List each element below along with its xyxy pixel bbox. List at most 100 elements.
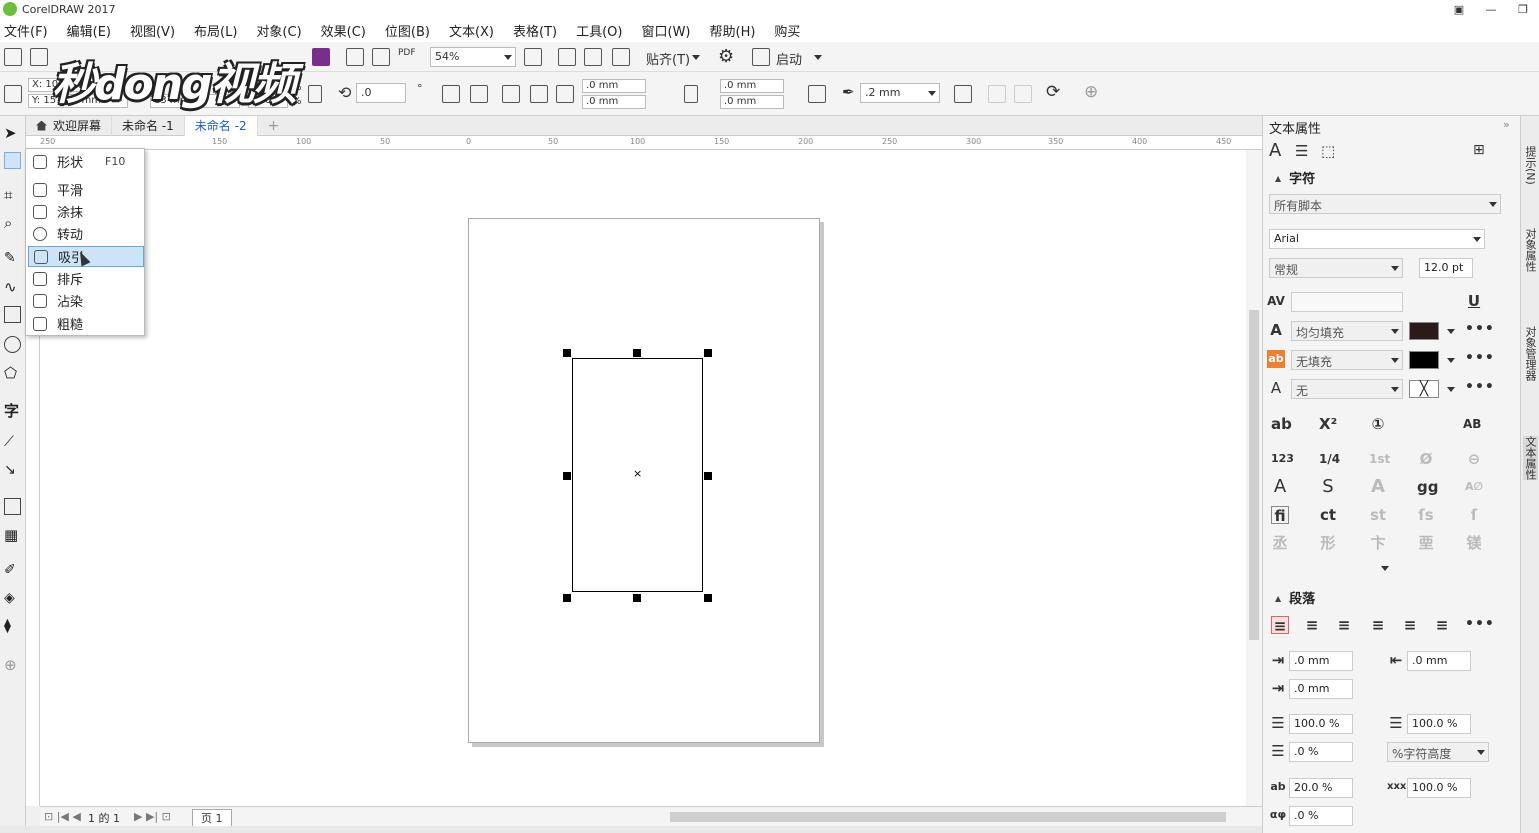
script-dropdown-icon[interactable] bbox=[1489, 202, 1497, 207]
polygon-tool-icon[interactable]: ⬠ bbox=[4, 364, 21, 382]
freehand-tool-icon[interactable]: ✎ bbox=[4, 250, 21, 267]
show-guidelines-icon[interactable] bbox=[612, 48, 630, 66]
text-fill-type-select[interactable]: 均匀填充 bbox=[1291, 321, 1403, 341]
outline-settings-icon[interactable]: ••• bbox=[1465, 379, 1495, 395]
ellipse-tool-icon[interactable] bbox=[4, 336, 21, 353]
snap-to-button[interactable]: 贴齐(T) bbox=[646, 49, 690, 68]
menu-table[interactable]: 表格(T) bbox=[513, 21, 557, 40]
align-center-icon[interactable]: ≡ bbox=[1335, 616, 1353, 634]
tab-untitled-1[interactable]: 未命名 -1 bbox=[112, 115, 185, 136]
rectangle-tool-icon[interactable] bbox=[4, 306, 21, 323]
spacing-unit-select[interactable]: %字符高度 bbox=[1387, 742, 1489, 762]
text-fill-color-swatch[interactable] bbox=[1409, 322, 1439, 340]
spacing-unit-dropdown-icon[interactable] bbox=[1477, 750, 1485, 755]
menu-text[interactable]: 文本(X) bbox=[449, 21, 494, 40]
underline-icon[interactable]: U bbox=[1465, 292, 1483, 310]
flyout-item-shape[interactable]: 形状 F10 bbox=[28, 151, 144, 172]
chamfered-corner-icon[interactable] bbox=[556, 85, 574, 103]
menu-effects[interactable]: 效果(C) bbox=[321, 21, 366, 40]
crop-tool-icon[interactable]: ⌗ bbox=[4, 186, 21, 204]
first-line-indent-field[interactable]: .0 mm bbox=[1289, 679, 1353, 699]
character-tab-icon[interactable]: A bbox=[1269, 140, 1281, 161]
flyout-item-roughen[interactable]: 粗糙 bbox=[28, 313, 144, 334]
object-origin-icon[interactable] bbox=[4, 85, 22, 103]
corner-radius-top-right-field[interactable]: .0 mm bbox=[720, 79, 784, 93]
menu-buy[interactable]: 购买 bbox=[774, 21, 800, 40]
open-icon[interactable] bbox=[30, 48, 48, 66]
horizontal-ruler[interactable]: 250 150 100 50 0 50 100 150 200 250 300 … bbox=[26, 136, 1262, 150]
east-asian-icon-3[interactable]: 卞 bbox=[1369, 534, 1387, 552]
drop-shadow-icon[interactable] bbox=[4, 498, 21, 515]
scalloped-corner-icon[interactable] bbox=[530, 85, 548, 103]
mirror-vertical-icon[interactable] bbox=[470, 85, 488, 103]
eyedropper-icon[interactable]: ✐ bbox=[4, 562, 21, 579]
stylistic-alternates-icon[interactable]: A bbox=[1271, 478, 1289, 496]
word-spacing-field[interactable]: 100.0 % bbox=[1407, 778, 1471, 798]
menu-edit[interactable]: 编辑(E) bbox=[67, 21, 111, 40]
font-size-field[interactable]: 12.0 pt bbox=[1419, 258, 1473, 278]
minimize-button[interactable]: — bbox=[1475, 0, 1507, 18]
east-asian-icon-2[interactable]: 形 bbox=[1319, 534, 1337, 552]
menu-object[interactable]: 对象(C) bbox=[256, 21, 301, 40]
new-tab-plus-icon[interactable]: + bbox=[258, 116, 290, 136]
corner-radius-bottom-left-field[interactable]: .0 mm bbox=[582, 95, 646, 109]
options-gear-icon[interactable]: ⚙ bbox=[718, 46, 734, 67]
selection-handle[interactable] bbox=[704, 472, 712, 480]
bg-color-dropdown-icon[interactable] bbox=[1447, 358, 1455, 363]
horizontal-scroll-thumb[interactable] bbox=[670, 812, 1226, 822]
flyout-item-smudge[interactable]: 沾染 bbox=[28, 290, 144, 311]
side-tab-text-properties[interactable]: 文本属性 bbox=[1523, 436, 1538, 480]
before-paragraph-field[interactable]: .0 % bbox=[1289, 742, 1353, 762]
new-document-icon[interactable] bbox=[4, 48, 22, 66]
side-tab-object-properties[interactable]: 对象属性 bbox=[1523, 228, 1538, 272]
titling-alternates-icon[interactable]: A bbox=[1369, 478, 1387, 496]
menu-window[interactable]: 窗口(W) bbox=[642, 21, 691, 40]
frame-tab-icon[interactable]: ⬚ bbox=[1321, 142, 1335, 160]
lock-ratio-icon[interactable] bbox=[308, 85, 322, 103]
contextual-alternates-icon[interactable]: A∅ bbox=[1465, 478, 1483, 496]
menu-file[interactable]: 文件(F) bbox=[4, 21, 48, 40]
selection-handle[interactable] bbox=[633, 594, 641, 602]
fill-type-dropdown-icon[interactable] bbox=[1391, 329, 1399, 334]
launch-dropdown-icon[interactable] bbox=[814, 55, 822, 60]
zoom-tool-icon[interactable]: ⌕ bbox=[4, 214, 21, 232]
east-asian-icon-1[interactable]: 丞 bbox=[1271, 534, 1289, 552]
font-dropdown-icon[interactable] bbox=[1473, 237, 1481, 242]
line-spacing-field[interactable]: 100.0 % bbox=[1289, 714, 1353, 734]
corel-connect-icon[interactable] bbox=[312, 48, 330, 66]
drawing-canvas[interactable]: × bbox=[40, 150, 1246, 806]
force-justify-icon[interactable]: ≡ bbox=[1433, 616, 1451, 634]
smart-fill-icon[interactable]: ⧫ bbox=[4, 618, 21, 635]
lock-corners-icon[interactable] bbox=[684, 85, 698, 103]
fill-color-dropdown-icon[interactable] bbox=[1447, 329, 1455, 334]
menu-view[interactable]: 视图(V) bbox=[130, 21, 175, 40]
corner-radius-top-left-field[interactable]: .0 mm bbox=[582, 79, 646, 93]
page-nav-last-icon[interactable]: ▶ ▶| ⊡ bbox=[134, 810, 171, 823]
superscript-icon[interactable]: X² bbox=[1319, 415, 1337, 433]
zoom-dropdown-icon[interactable] bbox=[504, 55, 512, 60]
kerning-field[interactable] bbox=[1291, 292, 1403, 312]
rotation-angle-field[interactable]: .0 bbox=[356, 83, 406, 103]
selection-handle[interactable] bbox=[704, 594, 712, 602]
artistic-media-icon[interactable]: ∿ bbox=[4, 278, 21, 296]
vertical-scrollbar[interactable] bbox=[1246, 150, 1262, 806]
ligatures-icon[interactable]: gg bbox=[1417, 478, 1438, 496]
slashed-zero-icon[interactable]: Ø bbox=[1417, 450, 1435, 468]
text-wrap-icon[interactable] bbox=[954, 85, 972, 103]
snap-dropdown-icon[interactable] bbox=[692, 55, 700, 60]
all-caps-icon[interactable]: AB bbox=[1463, 415, 1481, 433]
launch-button[interactable]: 启动 bbox=[776, 49, 802, 68]
bg-settings-icon[interactable]: ••• bbox=[1465, 350, 1495, 366]
corner-radius-bottom-right-field[interactable]: .0 mm bbox=[720, 95, 784, 109]
add-tool-icon[interactable]: ⊕ bbox=[4, 656, 21, 674]
connector-tool-icon[interactable]: ↘ bbox=[4, 462, 21, 479]
round-corner-icon[interactable] bbox=[502, 85, 520, 103]
menu-tools[interactable]: 工具(O) bbox=[576, 21, 622, 40]
interactive-fill-icon[interactable]: ◈ bbox=[4, 590, 21, 607]
transparency-icon[interactable]: ▦ bbox=[4, 526, 21, 544]
selection-handle[interactable] bbox=[563, 349, 571, 357]
tab-welcome[interactable]: 欢迎屏幕 bbox=[26, 115, 113, 136]
enclosed-numbers-icon[interactable]: ① bbox=[1369, 415, 1387, 433]
long-s-icon[interactable]: ſ bbox=[1465, 506, 1483, 524]
numerals-icon[interactable]: 123 bbox=[1271, 450, 1294, 468]
